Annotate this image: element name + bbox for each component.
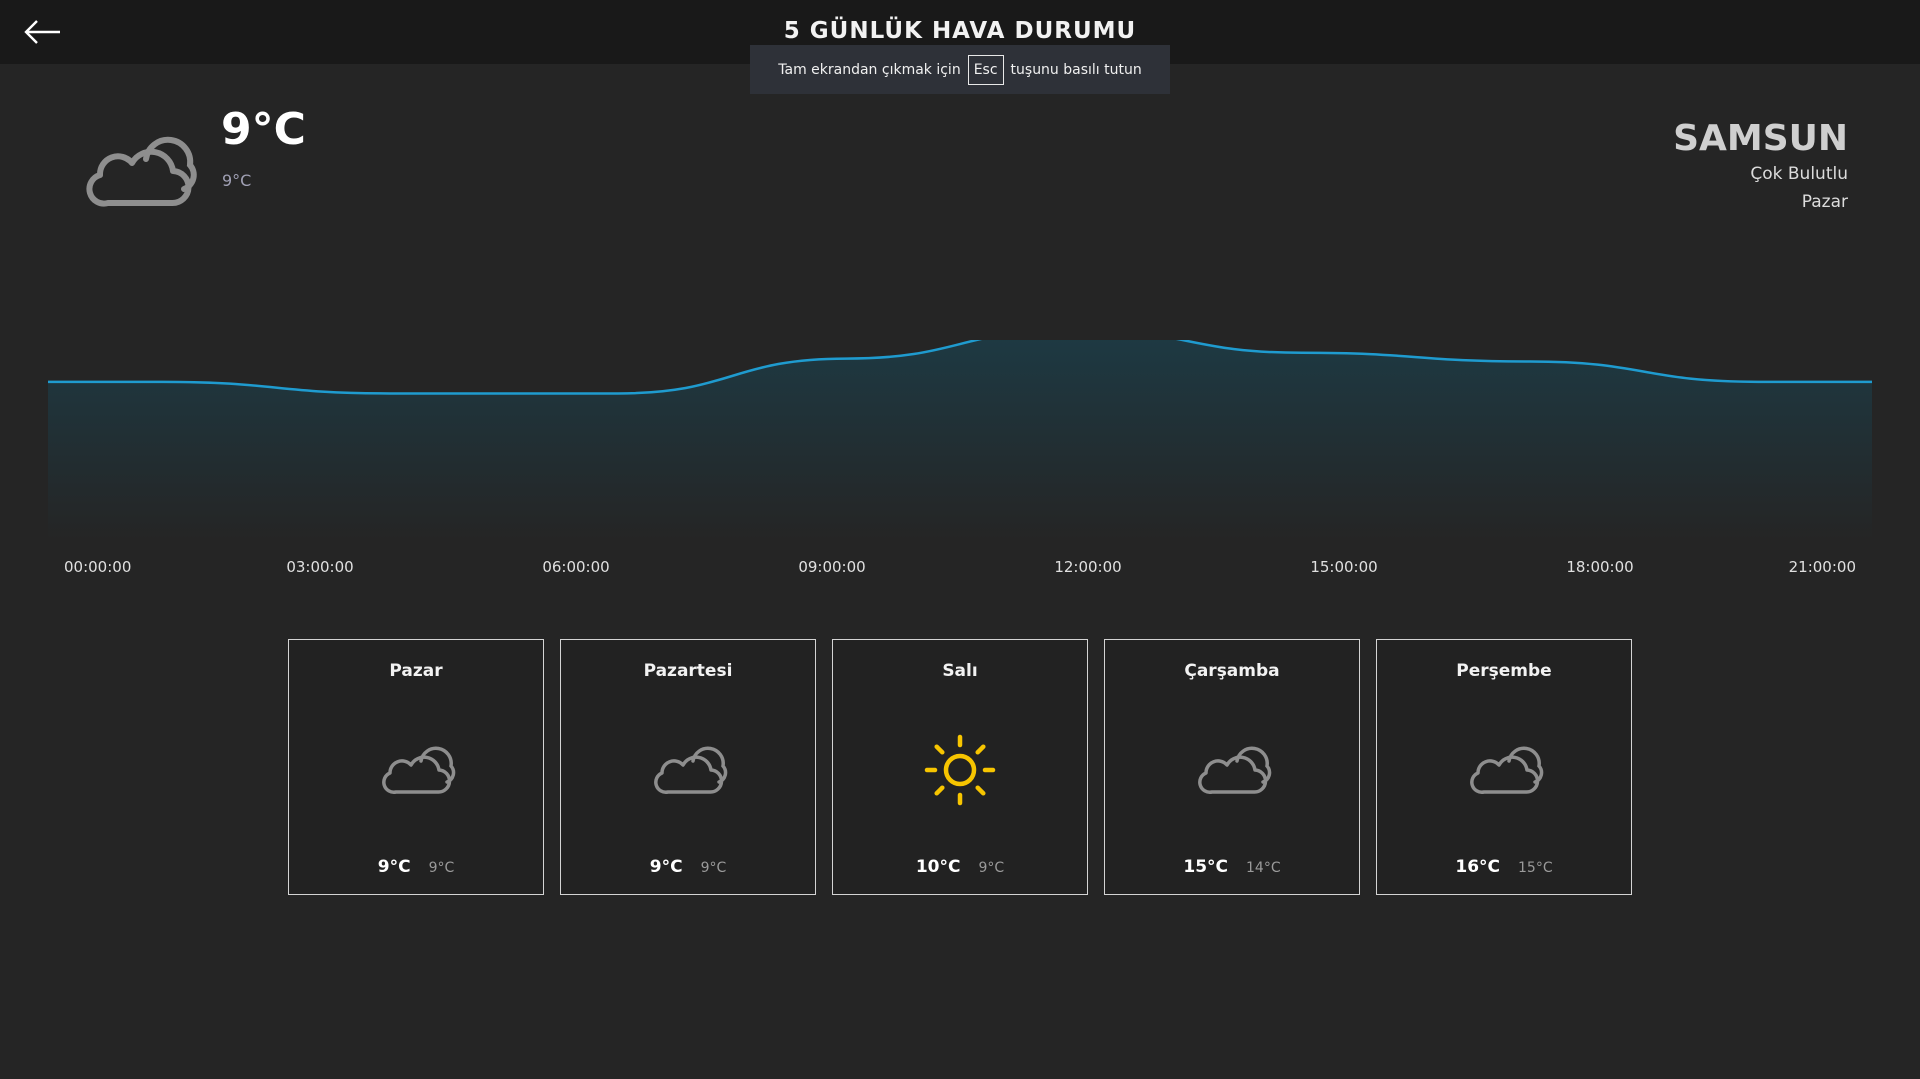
cloud-icon <box>1198 746 1272 794</box>
forecast-temps: 9°C 9°C <box>289 857 543 877</box>
forecast-low: 9°C <box>428 860 455 876</box>
forecast-day: Salı <box>942 661 978 681</box>
cloud-icon <box>86 136 197 207</box>
forecast-temps: 9°C 9°C <box>561 857 815 877</box>
x-tick-label: 12:00:00 <box>1054 558 1121 576</box>
x-tick-label: 00:00:00 <box>64 558 131 576</box>
forecast-high: 9°C <box>649 857 683 877</box>
forecast-low: 15°C <box>1518 860 1553 876</box>
cloud-icon <box>382 746 456 794</box>
forecast-temps: 16°C 15°C <box>1377 857 1631 877</box>
current-feels-like: 9°C <box>222 171 252 190</box>
current-temperature: 9°C <box>221 104 306 155</box>
forecast-card[interactable]: Pazar 9°C 9°C <box>288 639 544 895</box>
forecast-card[interactable]: Pazartesi 9°C 9°C <box>560 639 816 895</box>
forecast-temps: 10°C 9°C <box>833 857 1087 877</box>
forecast-high: 10°C <box>915 857 961 877</box>
day-text: Pazar <box>1801 192 1848 212</box>
forecast-card[interactable]: Çarşamba 15°C 14°C <box>1104 639 1360 895</box>
toast-text-before: Tam ekrandan çıkmak için <box>778 61 961 78</box>
cloud-icon <box>654 746 728 794</box>
forecast-day: Perşembe <box>1456 661 1552 681</box>
forecast-low: 14°C <box>1246 860 1281 876</box>
forecast-high: 15°C <box>1183 857 1229 877</box>
x-tick-label: 03:00:00 <box>286 558 353 576</box>
forecast-temps: 15°C 14°C <box>1105 857 1359 877</box>
x-tick-label: 15:00:00 <box>1310 558 1377 576</box>
x-tick-label: 18:00:00 <box>1566 558 1633 576</box>
cloud-icon <box>1470 746 1544 794</box>
forecast-day: Çarşamba <box>1184 661 1280 681</box>
forecast-day: Pazartesi <box>643 661 733 681</box>
forecast-card[interactable]: Salı 10°C 9°C <box>832 639 1088 895</box>
sun-icon <box>924 734 996 806</box>
esc-key-badge: Esc <box>967 54 1004 85</box>
forecast-high: 16°C <box>1455 857 1501 877</box>
x-tick-label: 21:00:00 <box>1789 558 1856 576</box>
temperature-chart: 00:00:00 03:00:00 06:00:00 09:00:00 12:00:00… <box>48 340 1872 576</box>
city-name: SAMSUN <box>1673 118 1848 159</box>
fullscreen-exit-toast: Tam ekrandan çıkmak için Esc tuşunu bası… <box>750 45 1170 94</box>
forecast-low: 9°C <box>700 860 727 876</box>
forecast-high: 9°C <box>377 857 411 877</box>
x-tick-label: 09:00:00 <box>798 558 865 576</box>
location-block: SAMSUN Çok Bulutlu Pazar <box>1673 118 1848 216</box>
condition-text: Çok Bulutlu <box>1750 164 1848 184</box>
x-tick-label: 06:00:00 <box>542 558 609 576</box>
temperature-area <box>48 340 1872 540</box>
toast-text-after: tuşunu basılı tutun <box>1010 61 1142 78</box>
page-title: 5 GÜNLÜK HAVA DURUMU <box>783 18 1137 44</box>
forecast-card[interactable]: Perşembe 16°C 15°C <box>1376 639 1632 895</box>
forecast-low: 9°C <box>978 860 1005 876</box>
forecast-day: Pazar <box>389 661 443 681</box>
